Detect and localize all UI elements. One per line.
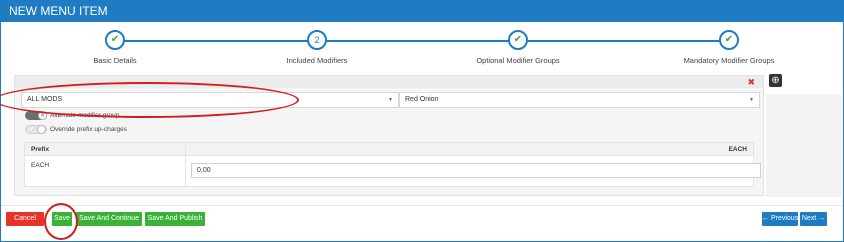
- step-circle: ✔: [508, 30, 528, 50]
- alternate-group-toggle[interactable]: ✕: [25, 111, 47, 120]
- modifier-select[interactable]: Red Onion ▼: [399, 92, 760, 108]
- chevron-down-icon: ▼: [749, 97, 754, 103]
- step-circle: 2: [307, 30, 327, 50]
- prefix-cell: EACH: [31, 162, 50, 169]
- toggle-label: Alternate modifier group: [50, 112, 120, 119]
- chevron-down-icon: ▼: [388, 97, 393, 103]
- new-menu-item-dialog: NEW MENU ITEM ✔ Basic Details 2 Included…: [0, 0, 844, 242]
- save-and-publish-button[interactable]: Save And Publish: [145, 212, 205, 226]
- next-label: Next: [801, 215, 817, 222]
- wizard-stepper: ✔ Basic Details 2 Included Modifiers ✔ O…: [1, 23, 843, 67]
- step-circle: ✔: [719, 30, 739, 50]
- check-icon: ✔: [29, 127, 35, 133]
- modifier-group-panel: ✖ ALL MODS ▼ Red Onion ▼ ✕ Alternate mod…: [14, 75, 764, 196]
- previous-button[interactable]: ← Previous: [762, 212, 798, 226]
- x-icon: ✕: [38, 111, 47, 120]
- check-icon: ✔: [724, 34, 734, 45]
- modifier-value: Red Onion: [405, 96, 439, 103]
- override-prefix-toggle[interactable]: ✔: [25, 125, 47, 134]
- step-circle: ✔: [105, 30, 125, 50]
- check-icon: ✔: [110, 34, 120, 45]
- step-basic-details[interactable]: ✔ Basic Details: [30, 30, 200, 65]
- check-icon: ✔: [513, 34, 523, 45]
- each-price-input[interactable]: 0,00: [191, 163, 761, 178]
- toggle-label: Override prefix up-charges: [50, 126, 127, 133]
- column-header-each: EACH: [728, 146, 747, 153]
- modifier-group-select[interactable]: ALL MODS ▼: [21, 92, 399, 108]
- save-and-continue-button[interactable]: Save And Continue: [76, 212, 142, 226]
- step-mandatory-modifier-groups[interactable]: ✔ Mandatory Modifier Groups: [644, 30, 814, 65]
- add-group-button[interactable]: ⊕: [769, 74, 782, 87]
- step-label: Mandatory Modifier Groups: [683, 56, 775, 65]
- previous-label: Previous: [770, 215, 799, 222]
- cancel-button[interactable]: Cancel: [6, 212, 44, 226]
- arrow-right-icon: →: [818, 215, 826, 222]
- step-optional-modifier-groups[interactable]: ✔ Optional Modifier Groups: [433, 30, 603, 65]
- step-number: 2: [314, 34, 320, 45]
- remove-group-icon[interactable]: ✖: [747, 78, 755, 87]
- step-label: Included Modifiers: [286, 56, 348, 65]
- step-included-modifiers[interactable]: 2 Included Modifiers: [232, 30, 402, 65]
- next-button[interactable]: Next →: [800, 212, 827, 226]
- dialog-title: NEW MENU ITEM: [1, 1, 843, 22]
- table-header: Prefix EACH: [25, 143, 753, 156]
- panel-header: ✖: [15, 76, 763, 88]
- step-label: Optional Modifier Groups: [476, 56, 560, 65]
- step-label: Basic Details: [93, 56, 137, 65]
- alternate-group-toggle-row: ✕ Alternate modifier group: [25, 111, 119, 120]
- save-button[interactable]: Save: [52, 212, 72, 226]
- column-divider: [185, 143, 186, 186]
- column-header-prefix: Prefix: [31, 146, 50, 153]
- modifier-group-value: ALL MODS: [27, 96, 63, 103]
- side-panel: [766, 94, 842, 197]
- override-prefix-toggle-row: ✔ Override prefix up-charges: [25, 125, 127, 134]
- prefix-price-table: Prefix EACH EACH 0,00: [24, 142, 761, 187]
- arrow-left-icon: ←: [762, 215, 769, 222]
- footer-divider: [1, 205, 843, 206]
- plus-icon: ⊕: [771, 75, 780, 86]
